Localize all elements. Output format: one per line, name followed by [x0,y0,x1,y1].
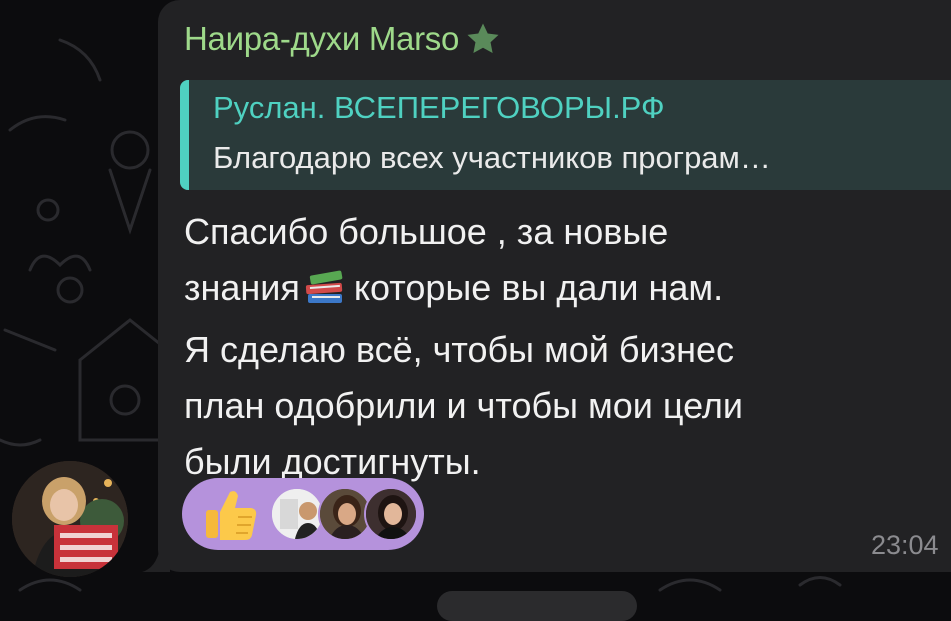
message-timestamp: 23:04 [871,530,939,560]
reaction-pill[interactable] [182,478,424,550]
date-pill [437,591,637,621]
reactor-avatar [270,487,324,541]
message-line: знания [184,267,300,308]
star-icon [467,23,499,54]
thumbs-up-icon [206,491,257,540]
sender-avatar[interactable] [12,461,128,577]
reply-author: Руслан. ВСЕПЕРЕГОВОРЫ.РФ [213,90,665,125]
message-line: Спасибо большое , за новые [184,211,669,252]
message-line: которые вы дали нам. [353,267,724,308]
message-line-with-emoji: знания которые вы дали нам. [184,260,904,322]
message-line: план одобрили и чтобы мои цели [184,385,744,426]
bubble-tail [142,548,170,572]
reactor-avatar [364,487,418,541]
sender-name[interactable]: Наира-духи Marso [184,20,501,58]
reply-quote[interactable]: Руслан. ВСЕПЕРЕГОВОРЫ.РФ Благодарю всех … [180,80,951,190]
message-line: Я сделаю всё, чтобы мой бизнес [184,329,734,370]
reply-text: Благодарю всех участников програм… [213,140,771,175]
reply-accent-bar [180,80,189,190]
message-text: Спасибо большое , за новые знания которы… [184,204,904,490]
avatar-photo [12,461,128,577]
sender-name-text: Наира-духи Marso [184,20,460,57]
books-emoji-icon [304,266,346,322]
